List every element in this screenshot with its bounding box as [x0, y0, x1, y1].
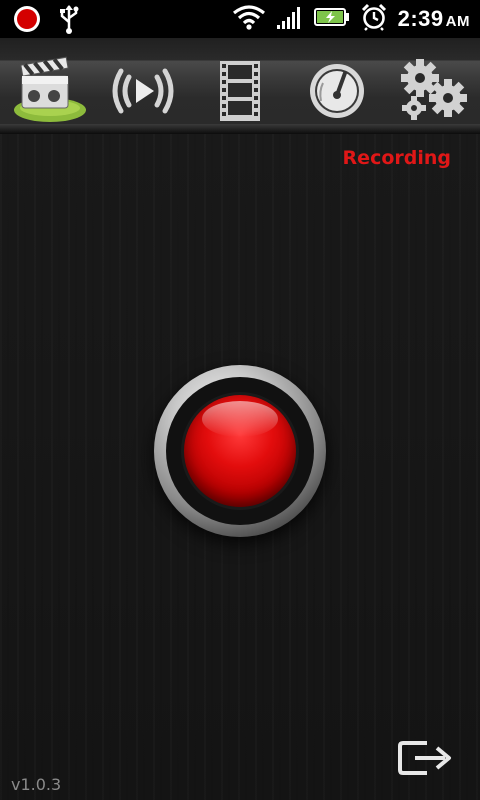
broadcast-play-icon: [105, 63, 181, 119]
speedometer-icon: [307, 61, 367, 121]
tab-bar: [0, 38, 480, 134]
exit-icon: [397, 737, 459, 783]
battery-charging-icon: [313, 6, 350, 32]
clock-time: 2:39: [397, 6, 444, 31]
settings-gears-icon: [396, 58, 470, 124]
tab-speed[interactable]: [297, 56, 377, 126]
record-button[interactable]: [154, 365, 328, 539]
tab-videos[interactable]: [200, 56, 280, 126]
tab-settings[interactable]: [393, 56, 473, 126]
recording-status: Recording: [342, 147, 451, 169]
version-label: v1.0.3: [11, 775, 62, 794]
usb-icon: [58, 4, 80, 38]
tab-record[interactable]: [10, 56, 90, 126]
exit-button[interactable]: [396, 735, 460, 785]
signal-icon: [276, 3, 304, 35]
clock-ampm: AM: [445, 13, 470, 30]
record-button-gloss: [202, 401, 278, 437]
status-bar: 2:39 AM: [0, 0, 480, 38]
alarm-icon: [360, 3, 388, 35]
clock: 2:39 AM: [398, 6, 470, 32]
record-indicator-icon: [12, 4, 42, 38]
wifi-icon: [232, 3, 266, 35]
film-strip-icon: [216, 59, 264, 123]
tab-broadcast[interactable]: [103, 56, 183, 126]
clapperboard-icon: [10, 56, 90, 126]
